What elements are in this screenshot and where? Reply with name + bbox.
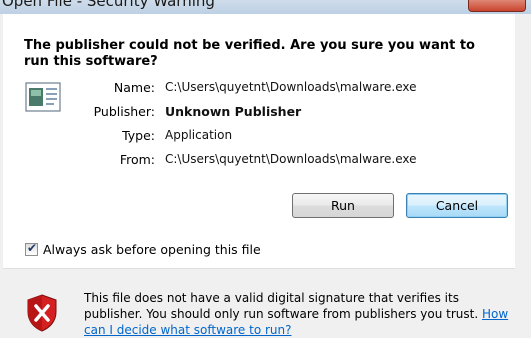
from-value: C:\Users\quyetnt\Downloads\malware.exe (165, 152, 417, 166)
footer-warning-text: This file does not have a valid digital … (84, 291, 482, 321)
close-icon[interactable] (468, 0, 526, 12)
window-title: Open File - Security Warning (2, 0, 215, 10)
warning-headline: The publisher could not be verified. Are… (24, 38, 475, 69)
always-ask-label[interactable]: Always ask before opening this file (43, 242, 261, 257)
publisher-label: Publisher: (93, 104, 155, 119)
name-value: C:\Users\quyetnt\Downloads\malware.exe (165, 80, 417, 94)
checkmark-icon: ✔ (27, 241, 38, 255)
footer-message: This file does not have a valid digital … (84, 290, 514, 338)
security-shield-error-icon (27, 294, 57, 332)
run-button[interactable]: Run (292, 193, 394, 218)
type-value: Application (165, 128, 233, 142)
dialog-body: The publisher could not be verified. Are… (3, 14, 515, 337)
name-label: Name: (113, 80, 155, 95)
always-ask-checkbox[interactable]: ✔ (25, 241, 38, 256)
publisher-value: Unknown Publisher (165, 104, 302, 119)
cancel-button[interactable]: Cancel (406, 193, 508, 218)
from-label: From: (119, 152, 155, 167)
dialog-content: The publisher could not be verified. Are… (3, 14, 515, 269)
title-bar: Open File - Security Warning (0, 0, 531, 14)
type-label: Type: (122, 128, 155, 143)
